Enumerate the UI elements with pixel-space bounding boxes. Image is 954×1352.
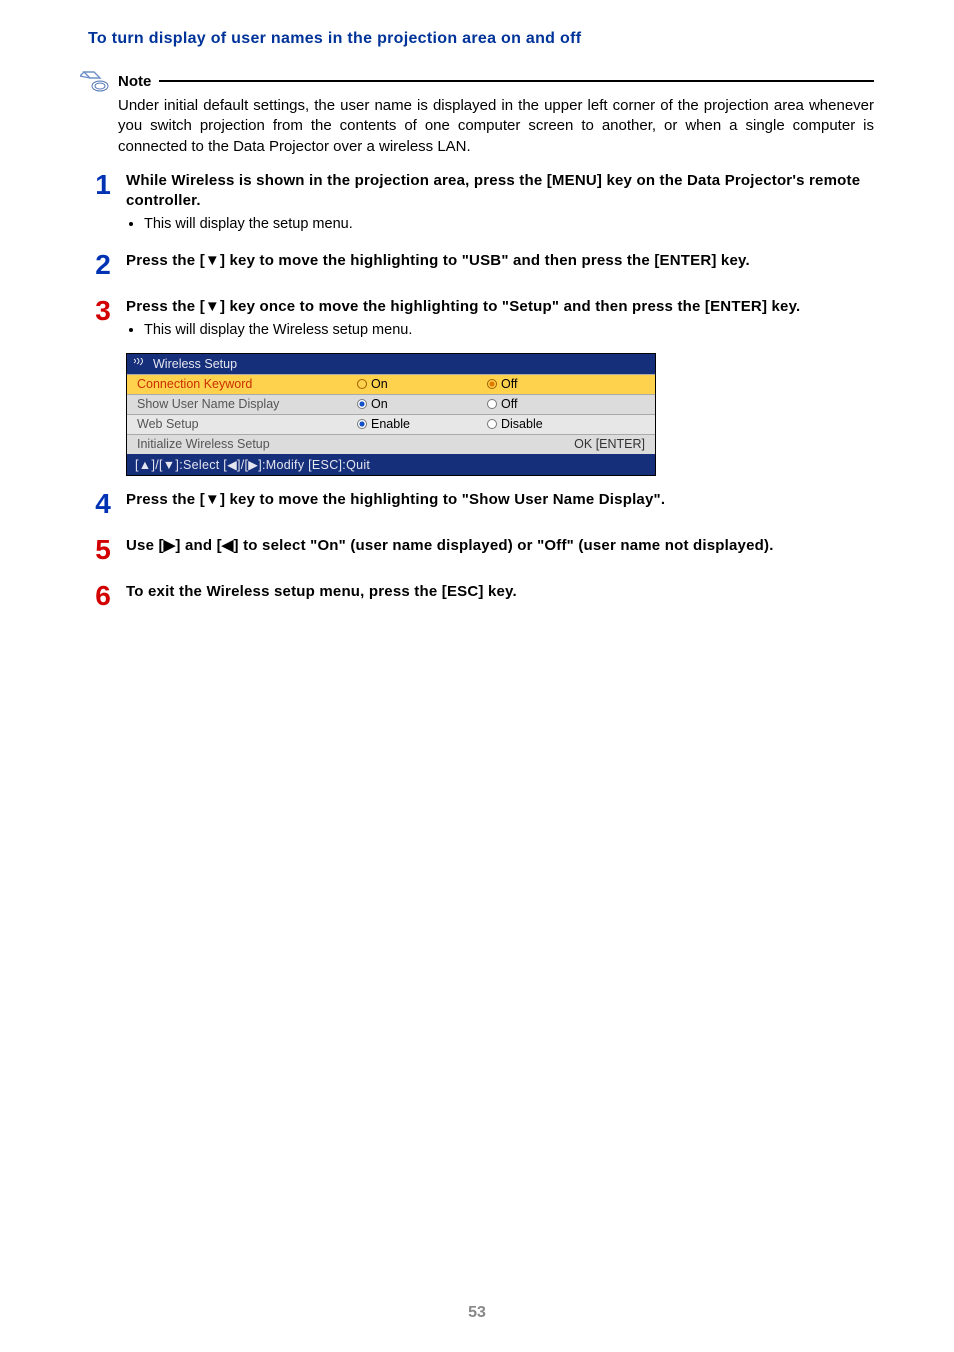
step: 2Press the [▼] key to move the highlight… (80, 251, 874, 283)
step: 1While Wireless is shown in the projecti… (80, 171, 874, 237)
wireless-setup-row-label: Connection Keyword (127, 377, 357, 391)
steps-list: 1While Wireless is shown in the projecti… (80, 171, 874, 614)
note-rule (159, 80, 874, 82)
radio-icon (487, 379, 497, 389)
section-title: To turn display of user names in the pro… (88, 30, 874, 48)
step-heading: Press the [▼] key to move the highlighti… (126, 251, 874, 271)
step-number: 3 (80, 295, 126, 327)
wireless-setup-row-label: Show User Name Display (127, 397, 357, 411)
radio-icon (357, 379, 367, 389)
wireless-setup-row: Initialize Wireless SetupOK [ENTER] (127, 434, 655, 454)
wireless-setup-row-right: OK [ENTER] (357, 437, 655, 451)
step-body: To exit the Wireless setup menu, press t… (126, 582, 874, 602)
step-heading: To exit the Wireless setup menu, press t… (126, 582, 874, 602)
radio-icon (357, 399, 367, 409)
step-bullet: This will display the Wireless setup men… (144, 320, 874, 340)
wireless-setup-footer: [▲]/[▼]:Select [◀]/[▶]:Modify [ESC]:Quit (127, 454, 655, 475)
wireless-setup-row: Connection KeywordOnOff (127, 374, 655, 394)
wireless-setup-screenshot: Wireless SetupConnection KeywordOnOffSho… (126, 353, 656, 476)
wireless-setup-option: Off (487, 397, 617, 411)
step: 4Press the [▼] key to move the highlight… (80, 490, 874, 522)
wireless-setup-option: On (357, 377, 487, 391)
step-heading: Use [▶] and [◀] to select "On" (user nam… (126, 536, 874, 556)
pencil-note-icon (80, 68, 114, 94)
radio-icon (357, 419, 367, 429)
wireless-setup-row: Web SetupEnableDisable (127, 414, 655, 434)
step-bullets: This will display the setup menu. (126, 214, 874, 234)
step-heading: While Wireless is shown in the projectio… (126, 171, 874, 211)
step-number: 1 (80, 169, 126, 201)
wireless-setup-row-label: Web Setup (127, 417, 357, 431)
step-number: 6 (80, 580, 126, 612)
step-body: Press the [▼] key to move the highlighti… (126, 490, 874, 510)
radio-icon (487, 399, 497, 409)
wireless-setup-option: Off (487, 377, 617, 391)
wireless-setup-row-label: Initialize Wireless Setup (127, 437, 357, 451)
step-number: 5 (80, 534, 126, 566)
wireless-setup-option: Enable (357, 417, 487, 431)
step: 3Press the [▼] key once to move the high… (80, 297, 874, 343)
step-bullet: This will display the setup menu. (144, 214, 874, 234)
step-body: Use [▶] and [◀] to select "On" (user nam… (126, 536, 874, 556)
wireless-icon (133, 358, 147, 370)
note-label: Note (118, 73, 157, 90)
note-block: Note Under initial default settings, the… (80, 68, 874, 157)
step-body: Press the [▼] key to move the highlighti… (126, 251, 874, 271)
step-body: Press the [▼] key once to move the highl… (126, 297, 874, 343)
wireless-setup-title: Wireless Setup (127, 354, 655, 374)
step-heading: Press the [▼] key to move the highlighti… (126, 490, 874, 510)
step-number: 2 (80, 249, 126, 281)
wireless-setup-row: Show User Name DisplayOnOff (127, 394, 655, 414)
step: 5Use [▶] and [◀] to select "On" (user na… (80, 536, 874, 568)
wireless-setup-option: On (357, 397, 487, 411)
page-number: 53 (0, 1304, 954, 1322)
step-body: While Wireless is shown in the projectio… (126, 171, 874, 237)
step-number: 4 (80, 488, 126, 520)
step-heading: Press the [▼] key once to move the highl… (126, 297, 874, 317)
wireless-setup-option: Disable (487, 417, 617, 431)
radio-icon (487, 419, 497, 429)
step: 6To exit the Wireless setup menu, press … (80, 582, 874, 614)
note-body: Under initial default settings, the user… (118, 96, 874, 157)
step-bullets: This will display the Wireless setup men… (126, 320, 874, 340)
